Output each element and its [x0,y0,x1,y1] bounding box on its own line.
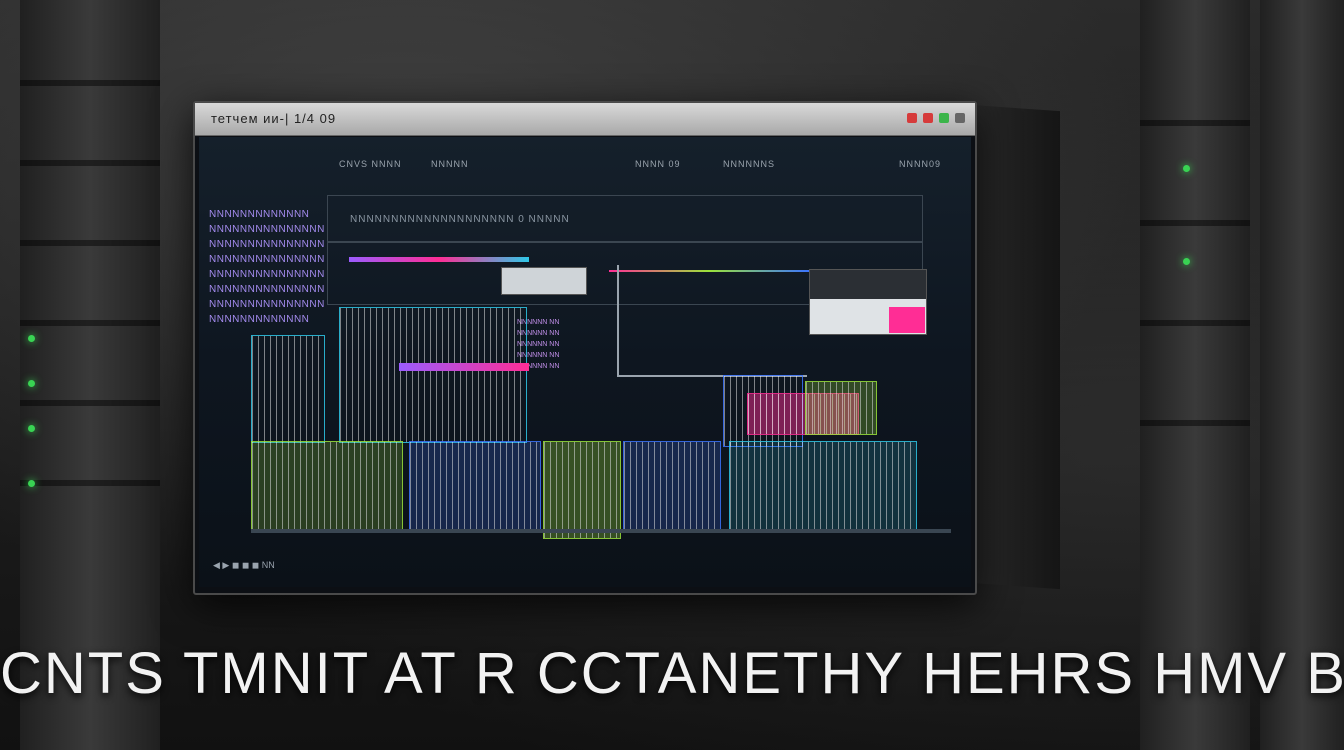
heat-block [623,441,721,533]
status-led [1183,165,1190,172]
left-label: NNNNNNNNNNNNNNN [209,239,325,250]
window-menu-button[interactable] [955,113,965,123]
left-label: NNNNNNNNNNNNNNN [209,284,325,295]
connector-line [399,363,529,371]
monitor-window: тетчем ии-| 1/4 09 CNVS NNNN NNNNN NNNN … [193,101,977,595]
left-label: NNNNNNNNNNNNNNN [209,299,325,310]
connector-line [609,270,809,272]
menu-item[interactable]: NNNN09 [899,159,941,169]
server-rack-far-right [1260,0,1344,750]
menu-item[interactable]: NNNNNNS [723,159,775,169]
node-box[interactable] [501,267,587,295]
left-label: NNNNNNNNNNNNN [209,314,310,325]
connector-line [617,265,619,375]
menu-item[interactable]: NNNN 09 [635,159,681,169]
maximize-button[interactable] [923,113,933,123]
playback-controls[interactable]: ◀ ▶ ◼ ◼ ◼ NN [213,560,275,571]
heat-block [251,441,403,533]
status-led [28,480,35,487]
status-led [28,425,35,432]
left-label: NNNNNNNNNNNNNNN [209,254,325,265]
status-led [28,335,35,342]
left-label: NNNNNNNNNNNNN [209,209,310,220]
dashboard-screen: CNVS NNNN NNNNN NNNN 09 NNNNNNS NNNN09 N… [199,137,971,587]
window-title: тетчем ии-| 1/4 09 [211,111,337,126]
caption-overlay: CNTS TMNIT AT R CCTANETHY HEHRS HMV BNKS… [0,641,1344,706]
status-led [1183,258,1190,265]
server-rack-left [20,0,160,750]
window-titlebar: тетчем ии-| 1/4 09 [195,103,975,136]
left-label: NNNNNNNNNNNNNNN [209,269,325,280]
left-label-list: NNNNNNNNNNNNN NNNNNNNNNNNNNNN NNNNNNNNNN… [209,207,325,327]
connector-line [349,257,529,262]
close-button[interactable] [939,113,949,123]
status-led [28,380,35,387]
minimize-button[interactable] [907,113,917,123]
baseline [251,529,951,533]
search-text: NNNNNNNNNNNNNNNNNNNN 0 NNNNN [350,214,570,225]
left-label: NNNNNNNNNNNNNNN [209,224,325,235]
monitor-casing [970,104,1060,590]
menu-item[interactable]: NNNNN [431,159,469,169]
menu-item[interactable]: CNVS NNNN [339,159,402,169]
heat-block [543,441,621,539]
server-rack-right [1140,0,1250,750]
heat-block [251,335,325,443]
status-block [889,307,925,333]
heat-block [409,441,541,533]
heat-block [805,381,877,435]
heat-block [729,441,917,533]
heat-block [339,307,527,443]
search-input[interactable]: NNNNNNNNNNNNNNNNNNNN 0 NNNNN [327,195,923,243]
